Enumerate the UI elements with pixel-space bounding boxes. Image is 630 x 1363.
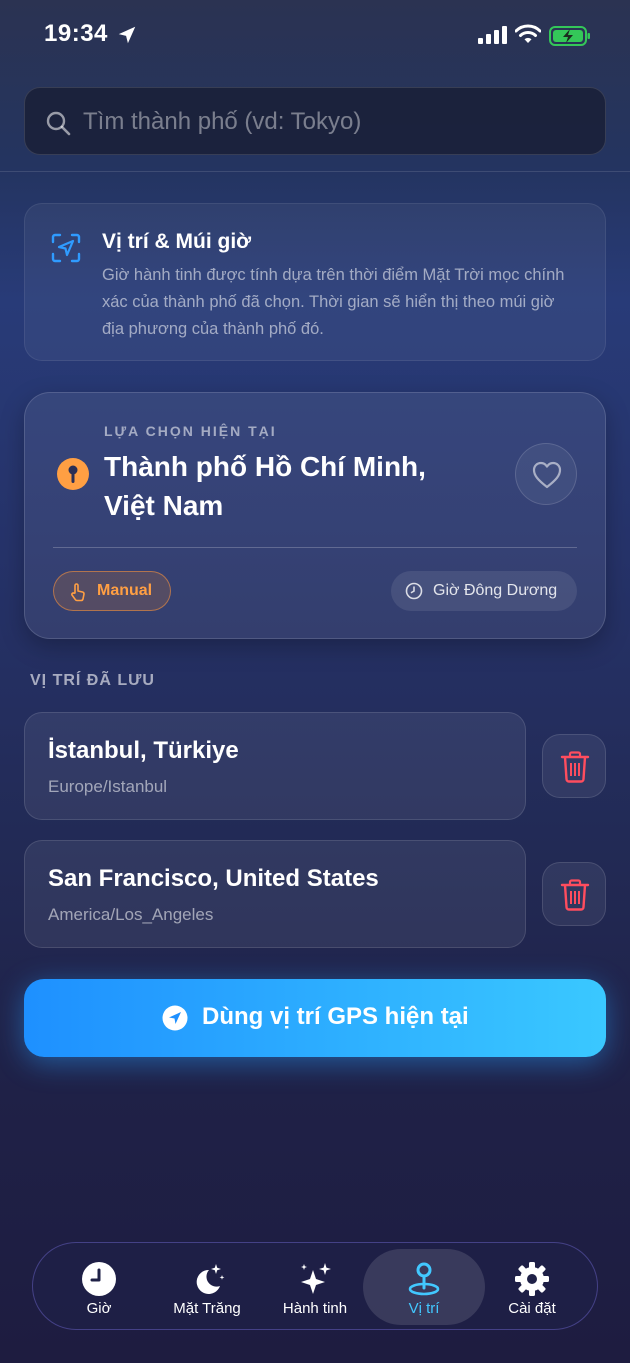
current-location-card: LỰA CHỌN HIỆN TẠI Thành phố Hồ Chí Minh,… — [24, 392, 606, 639]
search-header — [0, 72, 630, 172]
use-gps-button[interactable]: Dùng vị trí GPS hiện tại — [24, 979, 606, 1057]
wifi-icon — [515, 24, 541, 43]
current-city-name: Thành phố Hồ Chí Minh, Việt Nam — [104, 451, 426, 521]
trash-icon — [560, 751, 590, 783]
current-selection-label: LỰA CHỌN HIỆN TẠI — [104, 423, 277, 439]
status-bar: 19:34 — [0, 0, 630, 72]
timezone-badge: Giờ Đông Dương — [391, 571, 577, 611]
tab-settings[interactable]: Cài đặt — [477, 1243, 587, 1331]
tab-label: Vị trí — [408, 1300, 440, 1317]
navigation-arrow-icon — [162, 1005, 188, 1031]
clock-icon — [405, 582, 423, 600]
status-time: 19:34 — [44, 20, 108, 47]
tab-label: Hành tinh — [282, 1300, 348, 1317]
tab-moon[interactable]: Mặt Trăng — [155, 1243, 259, 1331]
tab-location[interactable]: Vị trí — [363, 1249, 485, 1325]
search-icon — [46, 111, 71, 136]
clock-icon — [82, 1262, 116, 1296]
tab-clock[interactable]: Giờ — [43, 1243, 155, 1331]
manual-mode-badge: Manual — [53, 571, 171, 611]
manual-badge-label: Manual — [97, 582, 153, 599]
sparkles-icon — [301, 1263, 331, 1294]
tab-label: Giờ — [86, 1300, 112, 1317]
tab-label: Cài đặt — [508, 1300, 556, 1317]
saved-location-timezone: Europe/Istanbul — [48, 777, 168, 796]
location-arrow-icon — [118, 26, 136, 44]
cellular-signal-icon — [478, 26, 507, 44]
search-box[interactable] — [24, 87, 606, 155]
delete-button[interactable] — [542, 734, 606, 798]
info-title: Vị trí & Múi giờ — [102, 230, 252, 253]
info-description: Giờ hành tinh được tính dựa trên thời đi… — [102, 266, 565, 338]
location-scan-icon — [51, 233, 81, 263]
hand-tap-icon — [71, 583, 85, 602]
delete-button[interactable] — [542, 862, 606, 926]
map-pin-icon — [57, 458, 89, 490]
saved-locations-heading: VỊ TRÍ ĐÃ LƯU — [30, 672, 155, 689]
trash-icon — [560, 879, 590, 911]
tab-label: Mặt Trăng — [173, 1300, 241, 1317]
saved-location-row[interactable]: İstanbul, Türkiye Europe/Istanbul — [24, 712, 526, 820]
tab-bar: Giờ Mặt Trăng Hành tinh Vị trí Cài đặt — [32, 1242, 598, 1330]
timezone-info-card: Vị trí & Múi giờ Giờ hành tinh được tính… — [24, 203, 606, 361]
moon-stars-icon — [196, 1264, 225, 1294]
use-gps-label: Dùng vị trí GPS hiện tại — [202, 1003, 469, 1030]
card-divider — [53, 547, 577, 548]
tab-planets[interactable]: Hành tinh — [259, 1243, 371, 1331]
timezone-badge-label: Giờ Đông Dương — [433, 582, 558, 599]
heart-icon — [532, 461, 562, 489]
battery-charging-icon — [549, 26, 590, 46]
search-input[interactable] — [83, 102, 583, 142]
map-pin-icon — [408, 1262, 440, 1296]
favorite-button[interactable] — [515, 443, 577, 505]
saved-location-name: San Francisco, United States — [48, 865, 379, 892]
saved-location-timezone: America/Los_Angeles — [48, 905, 214, 924]
saved-location-row[interactable]: San Francisco, United States America/Los… — [24, 840, 526, 948]
saved-location-name: İstanbul, Türkiye — [48, 737, 239, 764]
gear-icon — [515, 1262, 549, 1296]
